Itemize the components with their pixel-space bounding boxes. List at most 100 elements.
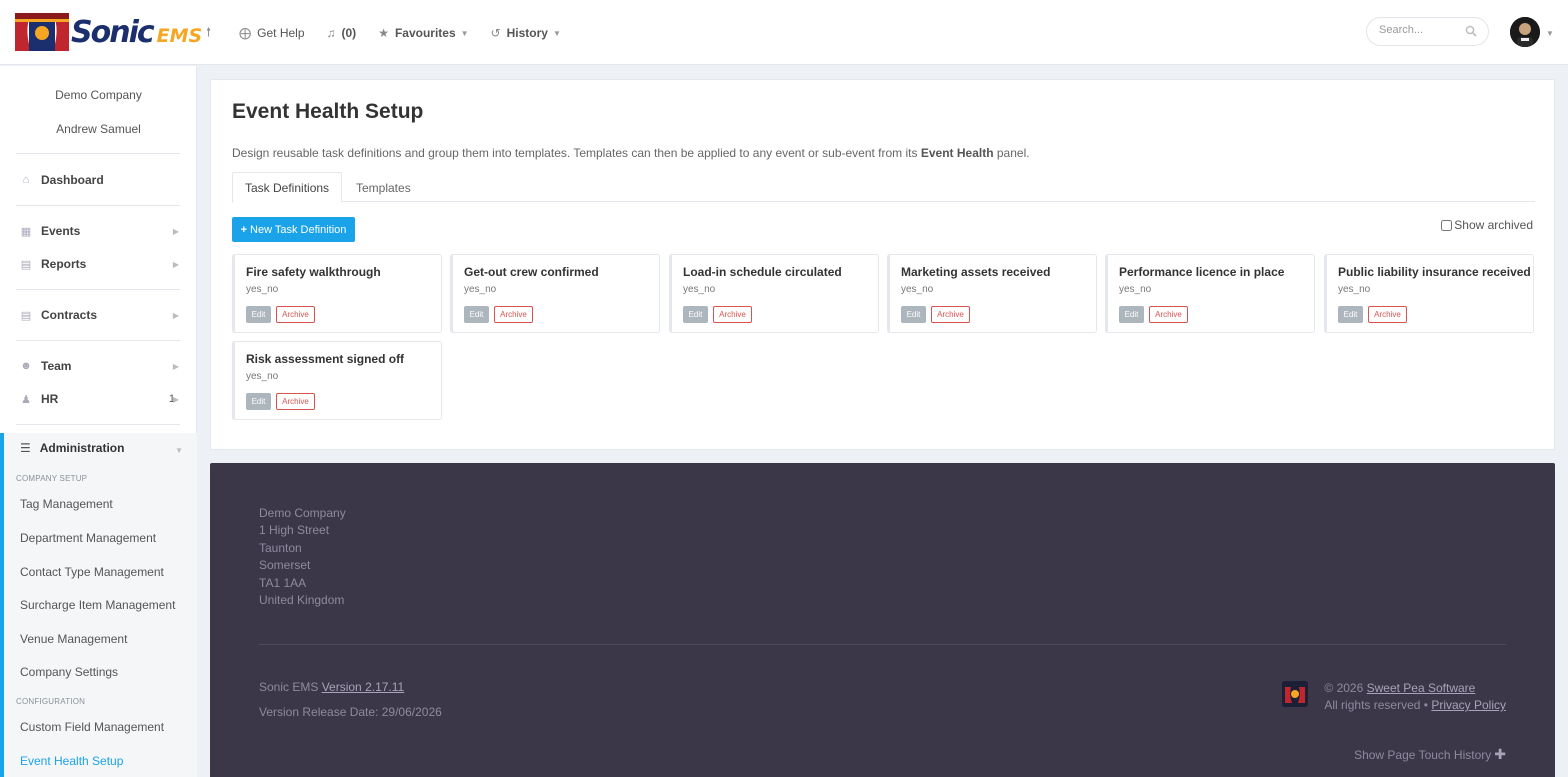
search-input[interactable]: [1379, 24, 1464, 36]
sidebar-company[interactable]: Demo Company: [0, 88, 197, 102]
report-icon: ▤: [20, 258, 32, 271]
brand-suffix: EMS: [156, 25, 203, 47]
show-archived-label: Show archived: [1454, 218, 1533, 232]
edit-button[interactable]: Edit: [246, 306, 271, 323]
sidebar-user[interactable]: Andrew Samuel: [0, 122, 197, 136]
sidebar-item-label: Contracts: [41, 308, 98, 322]
address-line: Demo Company: [259, 506, 346, 520]
sidebar-item-hr[interactable]: ♟ HR 1 ▶: [0, 386, 197, 412]
edit-button[interactable]: Edit: [683, 306, 708, 323]
sidebar: Demo Company Andrew Samuel ⌂ Dashboard ▦…: [0, 66, 197, 777]
favourites-dropdown[interactable]: ★ Favourites ▼: [378, 26, 468, 40]
sidebar-item-label: Dashboard: [41, 173, 104, 187]
tab-task-definitions[interactable]: Task Definitions: [232, 172, 343, 203]
address-line: 1 High Street: [259, 523, 330, 538]
up-button[interactable]: 🠕: [206, 23, 217, 44]
task-card: Get-out crew confirmed yes_no Edit Archi…: [450, 254, 660, 333]
sidebar-link-tag-management[interactable]: Tag Management: [20, 497, 113, 511]
sidebar-link-custom-field-management[interactable]: Custom Field Management: [20, 720, 164, 734]
favourites-label: Favourites: [394, 26, 456, 40]
archive-button[interactable]: Archive: [931, 306, 970, 323]
archive-button[interactable]: Archive: [276, 393, 315, 410]
show-archived-toggle[interactable]: Show archived: [1441, 218, 1533, 232]
sidebar-item-label: Administration: [39, 441, 125, 455]
archive-button[interactable]: Archive: [494, 306, 533, 323]
archive-button[interactable]: Archive: [713, 306, 752, 323]
notifications-button[interactable]: ♫ (0): [327, 26, 357, 40]
tab-templates[interactable]: Templates: [344, 172, 423, 203]
main-card: Event Health Setup Design reusable task …: [210, 79, 1555, 450]
address-line: Somerset: [259, 558, 311, 573]
divider: [259, 644, 1506, 645]
new-task-definition-button[interactable]: + New Task Definition: [232, 217, 355, 242]
plus-icon: +: [240, 223, 248, 236]
configuration-heading: CONFIGURATION: [16, 697, 86, 706]
task-name: Performance licence in place: [1119, 265, 1285, 279]
task-card: Risk assessment signed off yes_no Edit A…: [232, 341, 442, 420]
history-dropdown[interactable]: ↺ History ▼: [491, 26, 561, 40]
chevron-down-icon[interactable]: ▼: [175, 446, 183, 455]
task-type: yes_no: [1338, 284, 1371, 295]
edit-button[interactable]: Edit: [464, 306, 489, 323]
user-avatar[interactable]: [1510, 17, 1540, 47]
copyright: © 2026 Sweet Pea Software All rights res…: [1324, 680, 1506, 714]
archive-button[interactable]: Archive: [1368, 306, 1407, 323]
archive-button[interactable]: Archive: [1149, 306, 1188, 323]
sidebar-item-label: Team: [41, 359, 72, 373]
sidebar-link-surcharge-item-management[interactable]: Surcharge Item Management: [20, 598, 175, 612]
task-type: yes_no: [1119, 284, 1152, 295]
edit-button[interactable]: Edit: [1338, 306, 1363, 323]
version-link[interactable]: Version 2.17.11: [322, 680, 405, 694]
tab-bar: Task Definitions Templates: [232, 172, 1535, 203]
divider: [16, 289, 180, 290]
lifebuoy-icon: ⨁: [239, 26, 252, 40]
person-icon: ♟: [21, 393, 31, 406]
privacy-policy-link[interactable]: Privacy Policy: [1431, 698, 1506, 712]
task-name: Get-out crew confirmed: [464, 265, 599, 279]
search-icon[interactable]: [1465, 25, 1477, 37]
sidebar-item-team[interactable]: ☻ Team ▶: [0, 353, 197, 379]
sidebar-item-events[interactable]: ▦ Events ▶: [0, 218, 197, 244]
sidebar-item-dashboard[interactable]: ⌂ Dashboard: [0, 167, 197, 193]
document-icon: ▤: [20, 309, 32, 322]
edit-button[interactable]: Edit: [901, 306, 926, 323]
theatre-curtain-icon: [15, 13, 69, 51]
sidebar-link-contact-type-management[interactable]: Contact Type Management: [20, 565, 164, 579]
chevron-down-icon: ▼: [552, 28, 561, 38]
sidebar-link-event-health-setup[interactable]: Event Health Setup: [20, 754, 123, 768]
task-card: Public liability insurance received yes_…: [1324, 254, 1534, 333]
archive-button[interactable]: Archive: [276, 306, 315, 323]
company-address: Demo Company 1 High Street Taunton Somer…: [259, 505, 346, 609]
get-help-link[interactable]: ⨁ Get Help: [239, 26, 304, 40]
sidebar-link-venue-management[interactable]: Venue Management: [20, 632, 127, 646]
brand-name: Sonic: [71, 14, 155, 50]
copyright-year: © 2026: [1324, 681, 1364, 695]
task-type: yes_no: [246, 371, 279, 382]
chevron-right-icon: ▶: [172, 361, 179, 371]
top-header: Sonic EMS 🠕 ⨁ Get Help ♫ (0) ★ Favourite…: [0, 0, 1568, 65]
task-name: Risk assessment signed off: [246, 352, 405, 366]
chevron-right-icon: ▶: [172, 310, 179, 320]
plus-icon: ✚: [1494, 746, 1506, 762]
task-type: yes_no: [464, 284, 497, 295]
sidebar-link-department-management[interactable]: Department Management: [20, 531, 156, 545]
page-touch-history-button[interactable]: Show Page Touch History ✚: [1354, 746, 1506, 763]
edit-button[interactable]: Edit: [246, 393, 271, 410]
brand-logo[interactable]: Sonic EMS: [15, 12, 202, 52]
chevron-down-icon: ▼: [460, 28, 469, 38]
show-archived-checkbox[interactable]: [1441, 219, 1453, 231]
search-box: [1366, 17, 1489, 46]
product-name: Sonic EMS: [259, 680, 319, 694]
sidebar-item-administration[interactable]: ☰ Administration: [20, 441, 124, 455]
page-description: Design reusable task definitions and gro…: [232, 146, 1030, 160]
calendar-icon: ▦: [20, 225, 32, 238]
sidebar-item-reports[interactable]: ▤ Reports ▶: [0, 251, 197, 277]
chevron-down-icon[interactable]: ▼: [1546, 29, 1554, 38]
edit-button[interactable]: Edit: [1119, 306, 1144, 323]
sidebar-link-company-settings[interactable]: Company Settings: [20, 665, 118, 679]
divider: [16, 424, 180, 425]
sidebar-item-contracts[interactable]: ▤ Contracts ▶: [0, 302, 197, 328]
company-link[interactable]: Sweet Pea Software: [1367, 681, 1476, 695]
task-name: Marketing assets received: [901, 265, 1051, 279]
sidebar-item-label: Events: [41, 224, 81, 238]
